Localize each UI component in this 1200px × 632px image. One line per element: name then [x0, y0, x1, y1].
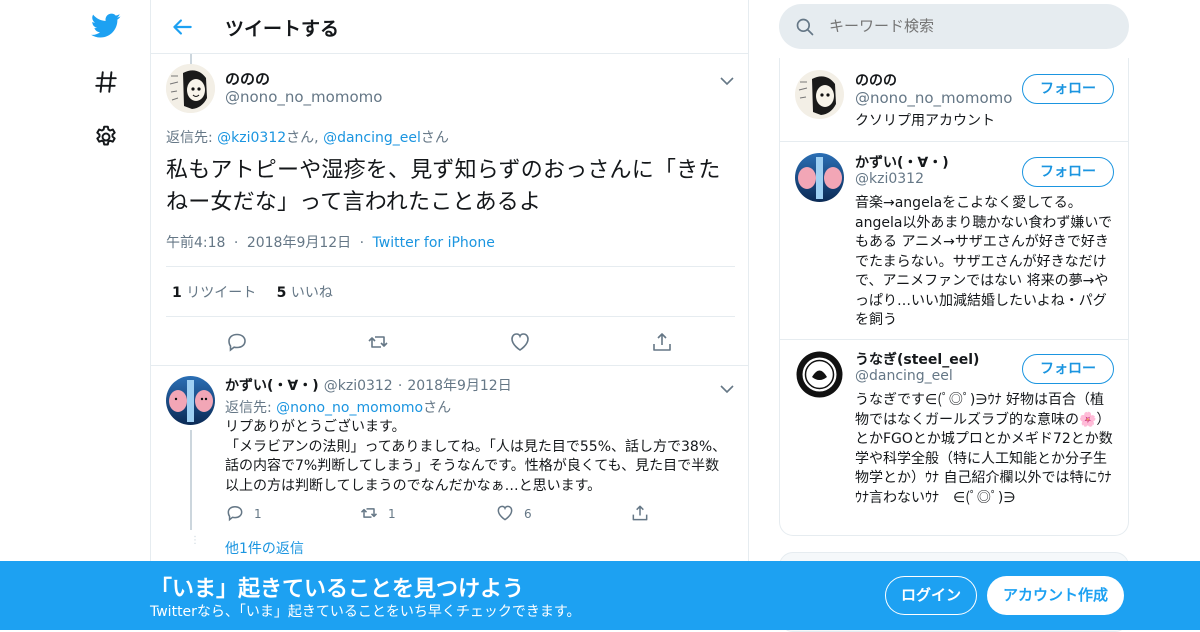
avatar[interactable] [795, 70, 844, 119]
user-bio: クソリプ用アカウント [855, 113, 995, 129]
search-icon [795, 17, 815, 37]
user-handle[interactable]: @kzi0312 [855, 171, 924, 187]
heart-icon[interactable] [508, 330, 532, 354]
login-button[interactable]: ログイン [885, 576, 977, 615]
reply-to-separator: さん, [286, 130, 324, 146]
reply-to-label: 返信先: [225, 400, 277, 416]
reply-to-link-dancing-eel[interactable]: @dancing_eel [323, 130, 421, 146]
search-input[interactable] [829, 17, 1109, 35]
more-replies-link[interactable]: 他1件の返信 [225, 538, 304, 558]
retweet-count[interactable]: 1 [172, 285, 182, 301]
search-bar[interactable] [779, 4, 1129, 49]
thread-line [190, 430, 192, 530]
reply-icon[interactable] [225, 330, 249, 354]
thread-line [190, 54, 192, 64]
thread-dots: ⋮ [190, 535, 200, 546]
meta-dot: · [233, 235, 239, 251]
user-handle[interactable]: @nono_no_momomo [855, 89, 1012, 107]
banner-title: 「いま」起きていることを見つけよう [150, 577, 525, 602]
share-icon[interactable] [630, 503, 650, 523]
like-count-label[interactable]: いいね [291, 285, 333, 301]
reply-like-count: 6 [524, 507, 532, 521]
back-arrow-icon[interactable] [169, 14, 195, 40]
left-navigation [0, 0, 150, 630]
user-name[interactable]: ののの [855, 70, 897, 90]
reply-to-link-kzi0312[interactable]: @kzi0312 [217, 130, 286, 146]
signup-button[interactable]: アカウント作成 [987, 576, 1124, 615]
avatar[interactable] [795, 153, 844, 202]
tweet-source[interactable]: Twitter for iPhone [373, 235, 495, 251]
user-bio: 音楽→angelaをこよなく愛してる。angela以外あまり聴かない食わず嫌いで… [855, 195, 1112, 328]
users-card: ののの @nono_no_momomo クソリプ用アカウント フォロー かずい(… [779, 58, 1129, 536]
chevron-down-icon[interactable] [719, 380, 735, 394]
divider [166, 266, 735, 267]
user-bio: うなぎです∈(ﾟ◎ﾟ)∋ｳﾅ 好物は百合（植物ではなくガールズラブ的な意味の🌸）… [855, 392, 1113, 506]
user-name[interactable]: うなぎ(steel_eel) [855, 349, 979, 369]
tweet-author-name[interactable]: ののの [225, 68, 270, 89]
tweet-date[interactable]: 2018年9月12日 [247, 235, 351, 251]
twitter-bird-icon[interactable] [88, 8, 124, 44]
user-card-row: かずい(・∀・) @kzi0312 音楽→angelaをこよなく愛してる。ang… [780, 142, 1128, 340]
hashtag-icon[interactable] [88, 64, 124, 100]
section-divider [151, 365, 748, 366]
tweet-time[interactable]: 午前4:18 [166, 235, 225, 251]
banner-subtitle: Twitterなら、「いま」起きていることをいち早くチェックできます。 [150, 604, 581, 620]
follow-button[interactable]: フォロー [1022, 354, 1114, 384]
follow-button[interactable]: フォロー [1022, 157, 1114, 187]
tweet-meta: 午前4:18 · 2018年9月12日 · Twitter for iPhone [166, 232, 495, 252]
share-icon[interactable] [650, 330, 674, 354]
signup-banner: 「いま」起きていることを見つけよう Twitterなら、「いま」起きていることを… [0, 561, 1200, 630]
avatar[interactable] [166, 376, 215, 425]
reply-author-name[interactable]: かずい(・∀・) [225, 378, 319, 394]
main-column: ツイートする ののの @nono_no_momomo 返信先: @kzi0312… [150, 0, 749, 630]
avatar[interactable] [166, 64, 215, 113]
reply-author-handle[interactable]: @kzi0312 [324, 378, 393, 394]
page-header: ツイートする [151, 0, 748, 54]
avatar[interactable] [795, 350, 844, 399]
heart-icon[interactable] [495, 503, 515, 523]
reply-icon[interactable] [225, 503, 245, 523]
reply-to-suffix: さん [423, 400, 452, 416]
retweet-icon[interactable] [359, 503, 379, 523]
reply-to-line: 返信先: @nono_no_momomoさん [225, 397, 451, 417]
reply-retweet-count: 1 [388, 507, 396, 521]
reply-date[interactable]: 2018年9月12日 [407, 378, 511, 394]
meta-dot: · [397, 378, 403, 394]
tweet-author-handle[interactable]: @nono_no_momomo [225, 88, 382, 106]
page-title: ツイートする [225, 18, 340, 40]
tweet-text: 私もアトピーや湿疹を、見ず知らずのおっさんに「きたねー女だな」って言われたことあ… [166, 158, 721, 215]
retweet-icon[interactable] [366, 330, 390, 354]
divider [166, 316, 735, 317]
right-sidebar: ののの @nono_no_momomo クソリプ用アカウント フォロー かずい(… [779, 0, 1129, 632]
reply-to-label: 返信先: [166, 130, 218, 146]
reply-header: かずい(・∀・) @kzi0312 · 2018年9月12日 [225, 375, 512, 395]
reply-to-link-nono[interactable]: @nono_no_momomo [276, 400, 423, 416]
meta-dot: · [359, 235, 365, 251]
follow-button[interactable]: フォロー [1022, 74, 1114, 104]
tweet-stats: 1 リツイート 5 いいね [172, 282, 333, 302]
reply-to-suffix: さん [420, 130, 449, 146]
reply-text: リプありがとうございます。 「メラビアンの法則」ってありましてね。「人は見た目で… [225, 419, 727, 494]
chevron-down-icon[interactable] [719, 72, 735, 86]
user-name[interactable]: かずい(・∀・) [855, 152, 949, 172]
retweet-count-label[interactable]: リツイート [186, 285, 256, 301]
gear-icon[interactable] [88, 119, 124, 155]
reply-to-line: 返信先: @kzi0312さん, @dancing_eelさん [166, 127, 449, 147]
like-count[interactable]: 5 [277, 285, 287, 301]
user-card-row: ののの @nono_no_momomo クソリプ用アカウント フォロー [780, 58, 1128, 142]
user-handle[interactable]: @dancing_eel [855, 368, 953, 384]
reply-reply-count: 1 [254, 507, 262, 521]
user-card-row: うなぎ(steel_eel) @dancing_eel うなぎです∈(ﾟ◎ﾟ)∋… [780, 340, 1128, 535]
